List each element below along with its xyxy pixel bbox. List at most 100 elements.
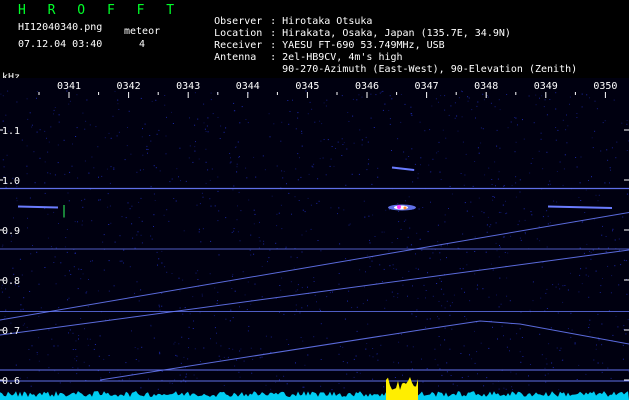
noise-dot (267, 261, 268, 263)
noise-dot (463, 184, 465, 186)
noise-dot (398, 221, 400, 223)
noise-dot (106, 168, 108, 170)
noise-dot (616, 141, 618, 143)
noise-dot (332, 291, 333, 293)
noise-dot (444, 95, 446, 97)
noise-dot (247, 330, 249, 332)
noise-dot (38, 370, 40, 372)
noise-dot (392, 264, 394, 266)
noise-dot (232, 273, 234, 275)
noise-dot (217, 176, 219, 178)
noise-dot (444, 109, 446, 111)
noise-dot (403, 220, 405, 222)
noise-dot (607, 159, 609, 161)
noise-dot (244, 294, 246, 296)
noise-dot (265, 384, 267, 386)
noise-dot (530, 162, 532, 164)
noise-dot (138, 217, 140, 218)
noise-dot (371, 260, 373, 262)
noise-dot (569, 96, 571, 98)
noise-dot (369, 257, 371, 259)
noise-dot (297, 112, 299, 114)
time-tick-label: 0349 (534, 81, 558, 92)
noise-dot (503, 185, 505, 186)
noise-dot (3, 166, 5, 168)
noise-dot (607, 247, 609, 249)
noise-dot (198, 228, 200, 230)
noise-dot (250, 303, 252, 305)
noise-dot (547, 215, 549, 217)
noise-dot (500, 212, 502, 213)
noise-dot (36, 352, 38, 353)
noise-dot (464, 316, 466, 317)
noise-dot (393, 268, 395, 269)
observation-datetime: 07.12.04 03:40 (18, 39, 103, 50)
noise-dot (342, 361, 344, 362)
noise-dot (614, 265, 616, 267)
noise-dot (93, 348, 95, 350)
noise-dot (588, 296, 590, 298)
noise-dot (89, 124, 91, 126)
noise-dot (464, 291, 465, 293)
noise-dot (270, 388, 272, 390)
station-key: Antenna (214, 52, 257, 63)
noise-dot (230, 309, 232, 311)
noise-dot (279, 379, 280, 381)
noise-dot (301, 234, 303, 236)
noise-dot (411, 313, 413, 315)
noise-dot (232, 317, 234, 319)
noise-dot (451, 193, 453, 195)
noise-dot (173, 343, 175, 345)
noise-dot (316, 202, 318, 204)
noise-dot (288, 192, 290, 194)
noise-dot (117, 99, 119, 101)
noise-dot (229, 153, 231, 154)
noise-dot (142, 128, 143, 130)
noise-dot (121, 260, 123, 262)
noise-dot (405, 158, 407, 160)
noise-dot (477, 101, 479, 103)
noise-dot (335, 148, 336, 149)
noise-dot (4, 315, 6, 317)
noise-dot (562, 301, 564, 303)
noise-dot (5, 309, 7, 311)
noise-dot (348, 121, 350, 122)
noise-dot (576, 379, 578, 380)
noise-dot (487, 216, 489, 218)
noise-dot (511, 386, 513, 388)
noise-dot (363, 200, 365, 202)
noise-dot (310, 228, 312, 230)
noise-dot (301, 145, 303, 147)
noise-dot (109, 205, 111, 207)
noise-dot (566, 114, 567, 116)
noise-dot (293, 267, 295, 269)
noise-dot (175, 200, 177, 202)
noise-dot (80, 318, 82, 319)
noise-dot (505, 388, 507, 390)
noise-dot (185, 180, 187, 182)
noise-dot (179, 147, 181, 149)
noise-dot (36, 91, 38, 92)
noise-dot (261, 296, 263, 298)
noise-dot (84, 128, 86, 130)
noise-dot (318, 200, 320, 202)
noise-dot (397, 238, 399, 239)
noise-dot (5, 288, 6, 290)
noise-dot (557, 129, 559, 131)
noise-dot (209, 273, 211, 275)
noise-dot (531, 214, 533, 216)
noise-dot (83, 361, 85, 363)
noise-dot (13, 273, 15, 275)
noise-dot (520, 361, 522, 363)
noise-dot (87, 306, 89, 308)
noise-dot (341, 95, 343, 97)
noise-dot (330, 158, 332, 160)
noise-dot (499, 109, 501, 111)
noise-dot (206, 125, 208, 127)
noise-dot (179, 290, 181, 292)
noise-dot (588, 275, 589, 277)
noise-dot (377, 359, 379, 361)
noise-dot (464, 202, 466, 204)
noise-dot (66, 251, 68, 253)
noise-dot (626, 120, 628, 121)
